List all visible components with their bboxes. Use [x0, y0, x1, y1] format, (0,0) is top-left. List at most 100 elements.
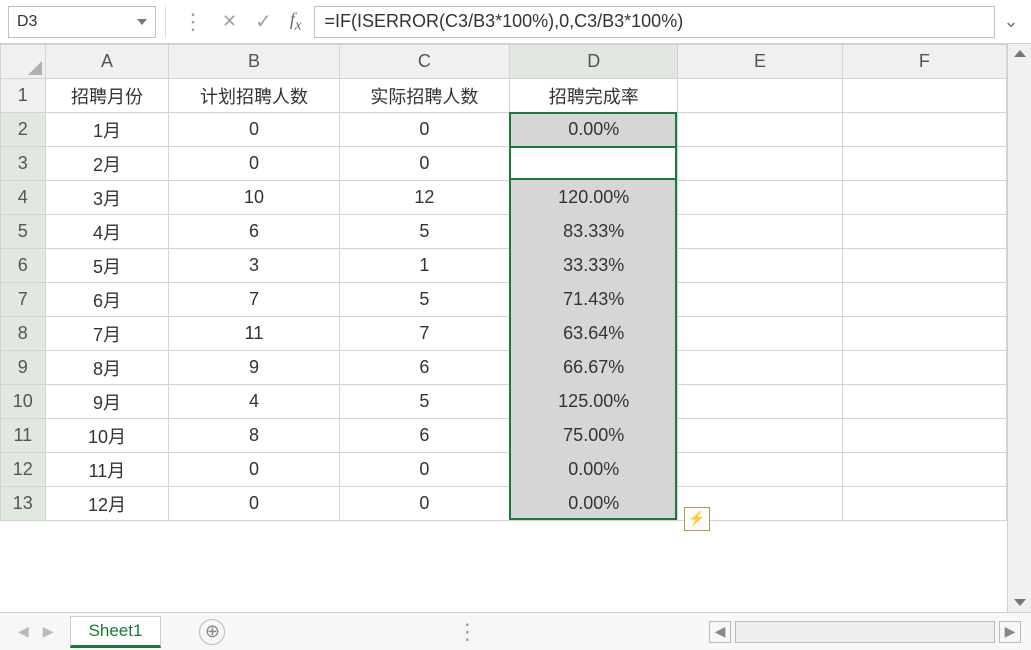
name-box[interactable]: D3 — [8, 6, 156, 38]
cell-A8[interactable]: 7月 — [45, 317, 169, 351]
cell-E9[interactable] — [678, 351, 842, 385]
cell-D7[interactable]: 71.43% — [510, 283, 678, 317]
cell-D9[interactable]: 66.67% — [510, 351, 678, 385]
cell-B10[interactable]: 4 — [169, 385, 339, 419]
scroll-down-icon[interactable] — [1014, 599, 1026, 606]
cell-E10[interactable] — [678, 385, 842, 419]
row-header-8[interactable]: 8 — [1, 317, 46, 351]
cell-E5[interactable] — [678, 215, 842, 249]
add-sheet-button[interactable]: ⊕ — [199, 619, 225, 645]
cell-A2[interactable]: 1月 — [45, 113, 169, 147]
cell-A1[interactable]: 招聘月份 — [45, 79, 169, 113]
cell-D11[interactable]: 75.00% — [510, 419, 678, 453]
cell-F2[interactable] — [842, 113, 1006, 147]
cell-E12[interactable] — [678, 453, 842, 487]
col-header-E[interactable]: E — [678, 45, 842, 79]
col-header-F[interactable]: F — [842, 45, 1006, 79]
cell-D10[interactable]: 125.00% — [510, 385, 678, 419]
col-header-B[interactable]: B — [169, 45, 339, 79]
row-header-1[interactable]: 1 — [1, 79, 46, 113]
cell-E11[interactable] — [678, 419, 842, 453]
cell-B7[interactable]: 7 — [169, 283, 339, 317]
cell-B4[interactable]: 10 — [169, 181, 339, 215]
cell-D5[interactable]: 83.33% — [510, 215, 678, 249]
row-header-5[interactable]: 5 — [1, 215, 46, 249]
cell-C5[interactable]: 5 — [339, 215, 509, 249]
scroll-up-icon[interactable] — [1014, 50, 1026, 57]
cell-F11[interactable] — [842, 419, 1006, 453]
cell-F9[interactable] — [842, 351, 1006, 385]
horizontal-scrollbar[interactable]: ◀ ▶ — [709, 621, 1021, 643]
row-header-4[interactable]: 4 — [1, 181, 46, 215]
cell-E3[interactable] — [678, 147, 842, 181]
cell-E2[interactable] — [678, 113, 842, 147]
tab-prev-icon[interactable]: ◀ — [18, 623, 29, 640]
row-header-12[interactable]: 12 — [1, 453, 46, 487]
cell-B13[interactable]: 0 — [169, 487, 339, 521]
cell-A11[interactable]: 10月 — [45, 419, 169, 453]
row-header-10[interactable]: 10 — [1, 385, 46, 419]
cell-E7[interactable] — [678, 283, 842, 317]
row-header-2[interactable]: 2 — [1, 113, 46, 147]
fx-icon[interactable]: fx — [282, 9, 310, 35]
row-header-11[interactable]: 11 — [1, 419, 46, 453]
cell-A13[interactable]: 12月 — [45, 487, 169, 521]
formula-input[interactable]: =IF(ISERROR(C3/B3*100%),0,C3/B3*100%) — [314, 6, 995, 38]
row-header-7[interactable]: 7 — [1, 283, 46, 317]
cell-B9[interactable]: 9 — [169, 351, 339, 385]
cell-A12[interactable]: 11月 — [45, 453, 169, 487]
cell-D4[interactable]: 120.00% — [510, 181, 678, 215]
select-all-corner[interactable] — [1, 45, 46, 79]
cancel-icon[interactable]: ✕ — [222, 11, 237, 32]
formula-expand-icon[interactable]: ⌄ — [999, 11, 1023, 32]
cell-A7[interactable]: 6月 — [45, 283, 169, 317]
cell-F1[interactable] — [842, 79, 1006, 113]
cell-A5[interactable]: 4月 — [45, 215, 169, 249]
cell-B8[interactable]: 11 — [169, 317, 339, 351]
cell-F12[interactable] — [842, 453, 1006, 487]
col-header-C[interactable]: C — [339, 45, 509, 79]
cell-F5[interactable] — [842, 215, 1006, 249]
row-header-9[interactable]: 9 — [1, 351, 46, 385]
cell-B12[interactable]: 0 — [169, 453, 339, 487]
scroll-left-icon[interactable]: ◀ — [709, 621, 731, 643]
row-header-3[interactable]: 3 — [1, 147, 46, 181]
cell-D3[interactable]: 0.00% — [510, 147, 678, 181]
col-header-D[interactable]: D — [510, 45, 678, 79]
cell-C7[interactable]: 5 — [339, 283, 509, 317]
cell-C12[interactable]: 0 — [339, 453, 509, 487]
cell-C10[interactable]: 5 — [339, 385, 509, 419]
cell-F10[interactable] — [842, 385, 1006, 419]
cell-F8[interactable] — [842, 317, 1006, 351]
sheet-tab-1[interactable]: Sheet1 — [70, 616, 162, 648]
confirm-icon[interactable]: ✓ — [255, 9, 272, 34]
autofill-options-icon[interactable]: ⚡ — [684, 507, 710, 531]
name-box-dropdown-icon[interactable] — [137, 19, 147, 25]
tab-next-icon[interactable]: ▶ — [43, 623, 54, 640]
cell-A3[interactable]: 2月 — [45, 147, 169, 181]
cell-A9[interactable]: 8月 — [45, 351, 169, 385]
cell-D13[interactable]: 0.00% — [510, 487, 678, 521]
cell-B1[interactable]: 计划招聘人数 — [169, 79, 339, 113]
cell-F3[interactable] — [842, 147, 1006, 181]
cell-E8[interactable] — [678, 317, 842, 351]
cell-C2[interactable]: 0 — [339, 113, 509, 147]
cell-C9[interactable]: 6 — [339, 351, 509, 385]
cell-C3[interactable]: 0 — [339, 147, 509, 181]
cell-C6[interactable]: 1 — [339, 249, 509, 283]
cell-F7[interactable] — [842, 283, 1006, 317]
cell-B3[interactable]: 0 — [169, 147, 339, 181]
cell-D12[interactable]: 0.00% — [510, 453, 678, 487]
row-header-13[interactable]: 13 — [1, 487, 46, 521]
cell-D2[interactable]: 0.00% — [510, 113, 678, 147]
scroll-track[interactable] — [735, 621, 995, 643]
cell-C1[interactable]: 实际招聘人数 — [339, 79, 509, 113]
cell-A4[interactable]: 3月 — [45, 181, 169, 215]
cell-D8[interactable]: 63.64% — [510, 317, 678, 351]
cell-E1[interactable] — [678, 79, 842, 113]
cell-D1[interactable]: 招聘完成率 — [510, 79, 678, 113]
cell-E4[interactable] — [678, 181, 842, 215]
cell-E6[interactable] — [678, 249, 842, 283]
row-header-6[interactable]: 6 — [1, 249, 46, 283]
tab-nav[interactable]: ◀ ▶ — [10, 623, 62, 640]
